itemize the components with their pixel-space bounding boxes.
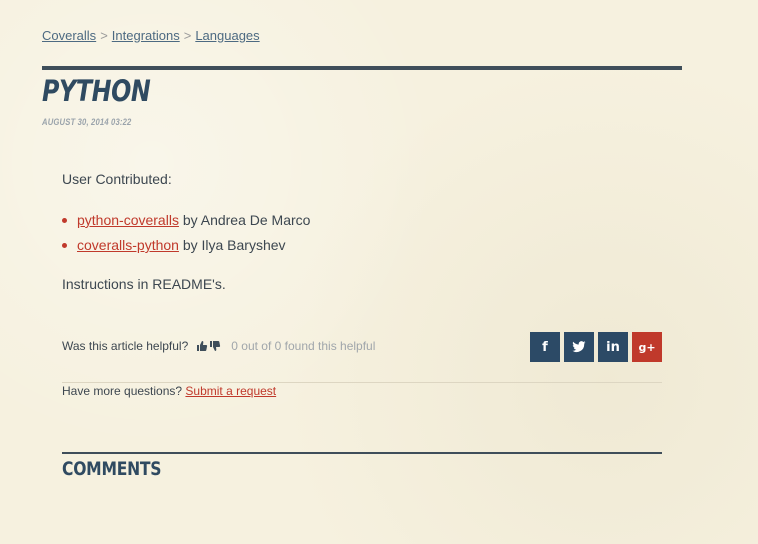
article-title: PYTHON [42,74,151,108]
list-item: python-coveralls by Andrea De Marco [62,210,310,235]
more-questions-label: Have more questions? [62,384,183,398]
vote-question: Was this article helpful? [62,339,189,353]
thumbs-down-icon[interactable] [209,340,221,352]
breadcrumb-separator: > [183,28,192,43]
article-intro: User Contributed: [62,171,172,187]
list-item: coveralls-python by Ilya Baryshev [62,235,310,260]
contribution-author: by Andrea De Marco [182,212,311,228]
breadcrumb-languages[interactable]: Languages [195,28,259,43]
coveralls-python-link[interactable]: coveralls-python [77,237,179,253]
thumbs-up-icon[interactable] [196,340,208,352]
article-instructions: Instructions in README's. [62,276,226,292]
share-buttons: f in g+ [530,332,662,362]
more-questions: Have more questions? Submit a request [62,384,276,398]
breadcrumb-coveralls[interactable]: Coveralls [42,28,96,43]
comments-divider [62,452,662,454]
contribution-author: by Ilya Baryshev [182,237,286,253]
python-coveralls-link[interactable]: python-coveralls [77,212,179,228]
submit-request-link[interactable]: Submit a request [185,384,276,398]
breadcrumb-integrations[interactable]: Integrations [112,28,180,43]
breadcrumb-separator: > [100,28,108,43]
divider [62,382,662,383]
article-vote: Was this article helpful? 0 out of 0 fou… [62,339,375,353]
linkedin-icon[interactable]: in [598,332,628,362]
twitter-icon[interactable] [564,332,594,362]
article-date: AUGUST 30, 2014 03:22 [42,117,132,127]
title-divider [42,66,682,70]
vote-count: 0 out of 0 found this helpful [231,339,376,353]
breadcrumb: Coveralls > Integrations > Languages [42,28,260,43]
bullet [62,218,67,223]
bullet [62,243,67,248]
google-plus-icon[interactable]: g+ [632,332,662,362]
comments-heading: COMMENTS [62,458,162,480]
facebook-icon[interactable]: f [530,332,560,362]
vote-buttons [196,340,221,352]
contributions-list: python-coveralls by Andrea De Marco cove… [62,210,310,260]
